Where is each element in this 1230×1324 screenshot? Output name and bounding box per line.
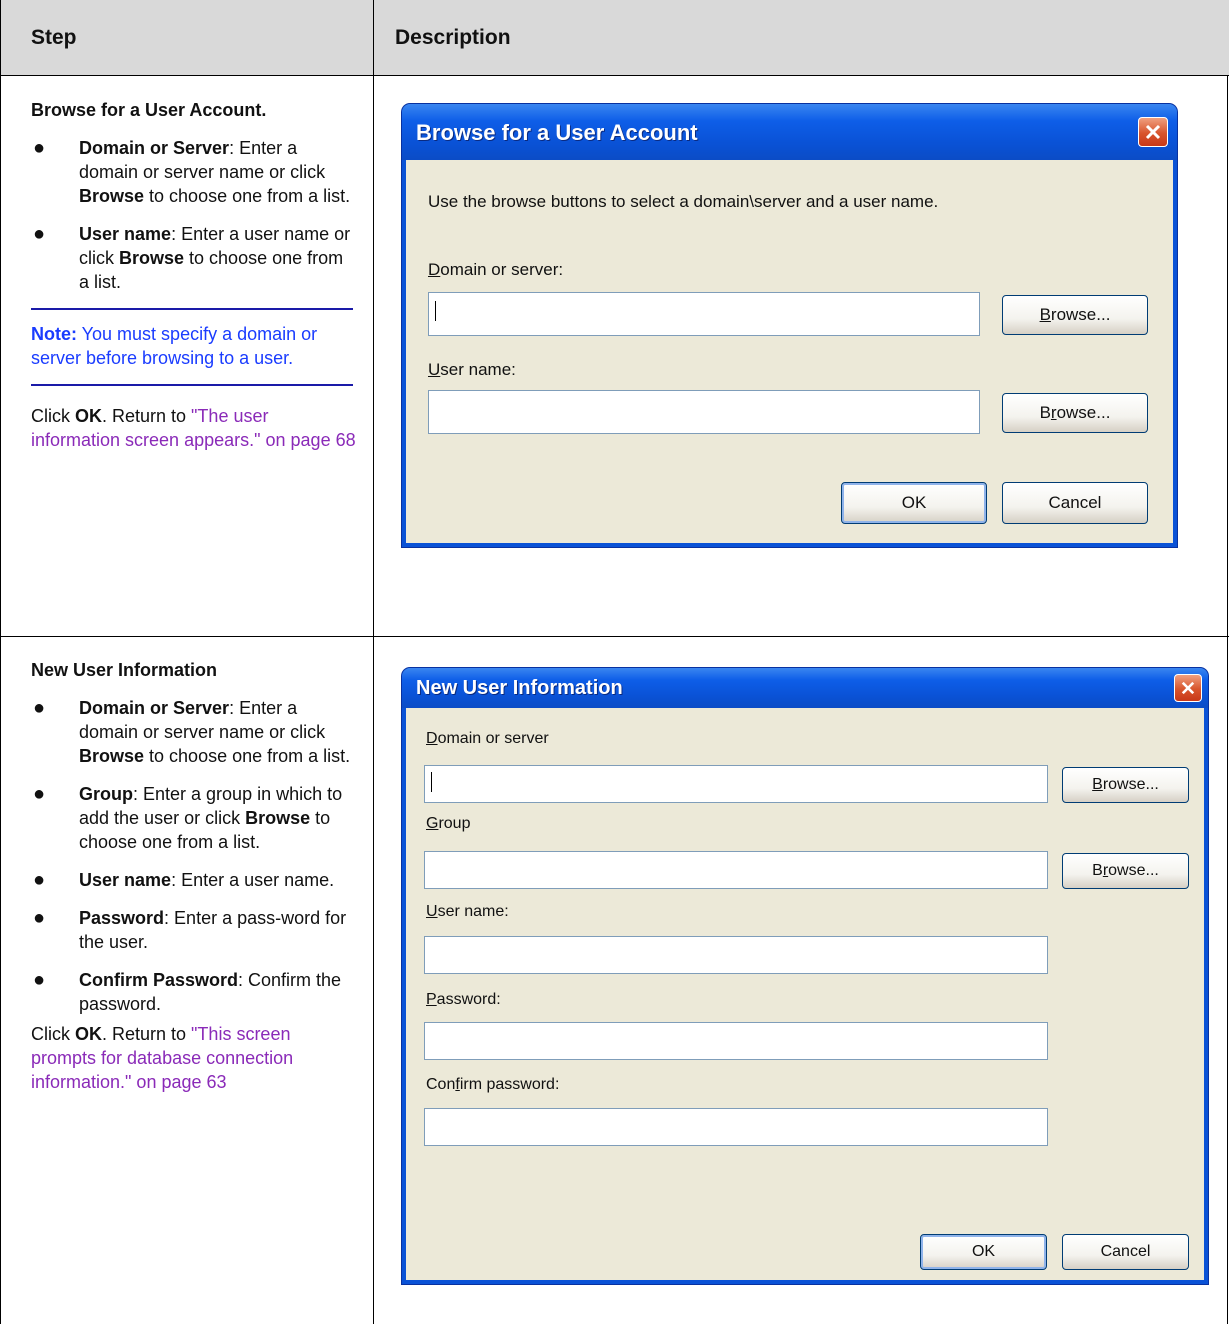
dialog-body: Domain or server Browse... Group Browse.… [406,708,1204,1280]
domain-input[interactable] [428,292,980,336]
note-box: Note: You must specify a domain or serve… [31,308,353,386]
domain-label: Domain or server: [428,260,564,279]
dialog-title: New User Information [416,677,623,699]
browse-domain-button[interactable]: Browse... [1002,295,1148,335]
group-input[interactable] [424,851,1048,889]
table-header: Step Description [1,0,1229,76]
browse-group-button[interactable]: Browse... [1062,853,1189,889]
step-browse-user-account: Browse for a User Account. ● Domain or Se… [31,98,356,452]
return-instruction: Click OK. Return to "This screen prompts… [31,1024,294,1092]
list-item: ● Password: Enter a pass-word for the use… [33,907,347,952]
header-step: Step [31,26,77,49]
dialog-title: Browse for a User Account [416,120,698,145]
list-item: ● Confirm Password: Confirm the password. [33,969,342,1014]
dialog-body: Use the browse buttons to select a domai… [406,160,1173,543]
list-item: ● User name: Enter a user name. [33,869,335,891]
column-divider [373,0,374,1324]
browse-user-button[interactable]: Browse... [1002,393,1148,433]
text-caret [431,772,432,792]
instruction-text: Use the browse buttons to select a domai… [428,192,939,211]
list-item: ● Group: Enter a group in which to add th… [33,783,343,852]
user-name-label: User name: [426,903,509,920]
dialog-titlebar: New User Information [402,668,1208,708]
user-name-input[interactable] [428,390,980,434]
bullet-icon: ● [33,697,46,719]
group-label: Group [426,815,471,832]
browse-user-account-dialog: Browse for a User Account Use the browse… [402,104,1177,547]
close-icon [1145,124,1161,140]
close-icon [1181,681,1195,695]
password-label: Password: [426,991,501,1008]
bullet-icon: ● [33,783,46,805]
browse-domain-button[interactable]: Browse... [1062,767,1189,803]
bullet-icon: ● [33,969,46,991]
step-new-user-information: New User Information ● Domain or Server: … [31,658,356,1094]
dialog-titlebar: Browse for a User Account [402,104,1177,160]
list-item: ● Domain or Server: Enter a domain or ser… [33,697,351,766]
row-divider [1,636,1229,637]
close-button[interactable] [1174,674,1202,702]
bullet-icon: ● [33,137,46,159]
bullet-icon: ● [33,907,46,929]
confirm-password-label: Confirm password: [426,1076,560,1093]
list-item: ● User name: Enter a user name or click B… [33,223,351,292]
user-name-label: User name: [428,360,516,379]
header-description: Description [395,26,511,49]
ok-button[interactable]: OK [920,1234,1047,1270]
domain-input[interactable] [424,765,1048,803]
text-caret [435,301,436,321]
domain-label: Domain or server [426,730,549,747]
bullet-icon: ● [33,223,46,245]
cancel-button[interactable]: Cancel [1002,482,1148,524]
password-input[interactable] [424,1022,1048,1060]
return-instruction: Click OK. Return to "The user informatio… [31,406,356,450]
ok-button[interactable]: OK [841,482,987,524]
confirm-password-input[interactable] [424,1108,1048,1146]
list-item: ● Domain or Server: Enter a domain or ser… [33,137,351,206]
cancel-button[interactable]: Cancel [1062,1234,1189,1270]
bullet-icon: ● [33,869,46,891]
new-user-information-dialog: New User Information Domain or server Br… [402,668,1208,1284]
close-button[interactable] [1138,117,1168,147]
step-title: Browse for a User Account. [31,100,267,120]
step-title: New User Information [31,660,218,680]
user-name-input[interactable] [424,936,1048,974]
